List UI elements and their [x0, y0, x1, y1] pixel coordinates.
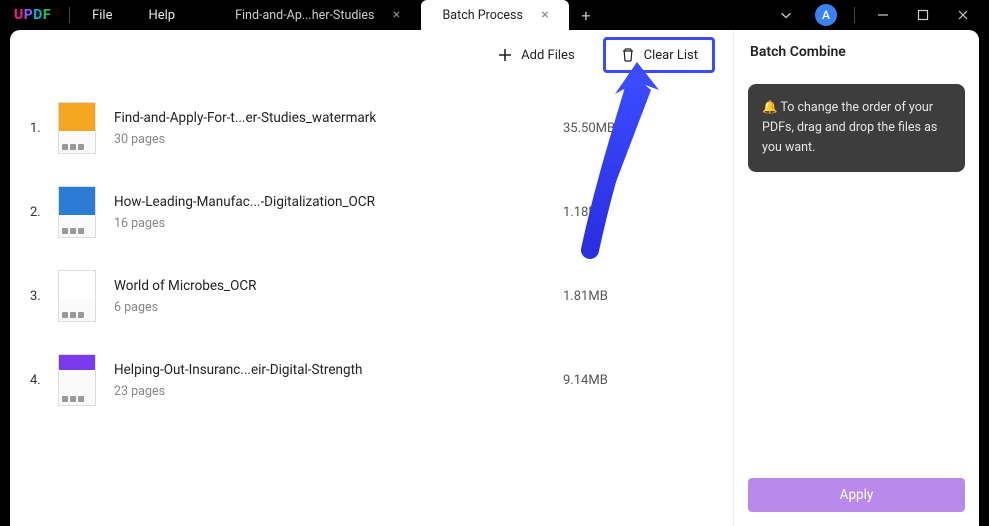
file-pages: 16 pages [114, 216, 563, 231]
app-logo: UPDF [0, 7, 65, 23]
tab-strip: Find-and-Ap...her-Studies × Batch Proces… [213, 0, 766, 30]
menu-help[interactable]: Help [130, 8, 193, 23]
add-files-label: Add Files [521, 48, 574, 63]
maximize-button[interactable] [903, 0, 943, 30]
title-bar: UPDF File Help Find-and-Ap...her-Studies… [0, 0, 989, 30]
row-index: 3. [30, 289, 58, 304]
sidebar: Batch Combine 🔔 To change the order of y… [733, 30, 979, 526]
list-item[interactable]: 2. How-Leading-Manufac...-Digitalization… [30, 170, 733, 254]
tab-label: Batch Process [443, 8, 523, 23]
file-pages: 23 pages [114, 384, 563, 399]
file-size: 35.50MB [563, 121, 733, 136]
apply-button[interactable]: Apply [748, 478, 965, 512]
file-pages: 30 pages [114, 132, 563, 147]
tab-batch-process[interactable]: Batch Process × [421, 0, 569, 30]
row-index: 2. [30, 205, 58, 220]
plus-icon [497, 47, 513, 63]
file-thumbnail [58, 102, 96, 154]
file-thumbnail [58, 186, 96, 238]
file-size: 1.18MB [563, 205, 733, 220]
menu-file[interactable]: File [74, 8, 130, 23]
sidebar-title: Batch Combine [748, 44, 965, 60]
list-toolbar: Add Files Clear List [10, 30, 733, 80]
close-icon[interactable]: × [537, 7, 553, 23]
file-name: Helping-Out-Insuranc...eir-Digital-Stren… [114, 362, 563, 378]
clear-list-button[interactable]: Clear List [603, 37, 715, 73]
tab-label: Find-and-Ap...her-Studies [235, 8, 374, 23]
workspace: Add Files Clear List 1. Find-and-Apply-F… [10, 30, 979, 526]
file-size: 1.81MB [563, 289, 733, 304]
file-pages: 6 pages [114, 300, 563, 315]
list-item[interactable]: 4. Helping-Out-Insuranc...eir-Digital-St… [30, 338, 733, 422]
close-icon[interactable]: × [389, 7, 405, 23]
file-size: 9.14MB [563, 373, 733, 388]
add-files-button[interactable]: Add Files [487, 41, 584, 69]
row-index: 1. [30, 121, 58, 136]
file-thumbnail [58, 270, 96, 322]
file-list: 1. Find-and-Apply-For-t...er-Studies_wat… [10, 80, 733, 526]
file-list-panel: Add Files Clear List 1. Find-and-Apply-F… [10, 30, 733, 526]
file-name: How-Leading-Manufac...-Digitalization_OC… [114, 194, 563, 210]
list-item[interactable]: 3. World of Microbes_OCR 6 pages 1.81MB [30, 254, 733, 338]
file-name: Find-and-Apply-For-t...er-Studies_waterm… [114, 110, 563, 126]
user-avatar[interactable]: A [806, 0, 846, 30]
close-button[interactable] [943, 0, 983, 30]
new-tab-button[interactable]: + [569, 0, 603, 30]
clear-list-label: Clear List [644, 48, 698, 63]
list-item[interactable]: 1. Find-and-Apply-For-t...er-Studies_wat… [30, 86, 733, 170]
chevron-down-icon[interactable] [766, 0, 806, 30]
row-index: 4. [30, 373, 58, 388]
minimize-button[interactable] [863, 0, 903, 30]
file-thumbnail [58, 354, 96, 406]
tip-box: 🔔 To change the order of your PDFs, drag… [748, 84, 965, 172]
file-name: World of Microbes_OCR [114, 278, 563, 294]
trash-icon [620, 47, 636, 63]
tab-document[interactable]: Find-and-Ap...her-Studies × [213, 0, 420, 30]
